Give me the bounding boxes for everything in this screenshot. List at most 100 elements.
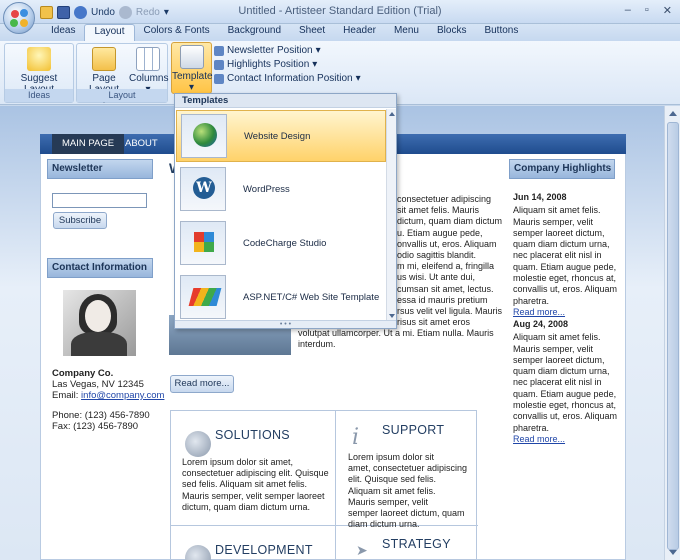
highlights-position-button[interactable]: Highlights Position ▾ [214, 59, 317, 70]
template-button[interactable]: Template ▾ [171, 42, 213, 94]
newsletter-position-button[interactable]: Newsletter Position ▾ [214, 45, 321, 56]
highlight-line: pharetra. [513, 422, 550, 433]
template-option-codecharge[interactable]: CodeCharge Studio [176, 218, 386, 270]
highlight-line: convallis ut, eros. Aliquam [513, 411, 618, 422]
group-label-layout: Layout [77, 89, 167, 102]
newsletter-title: Newsletter [47, 159, 153, 179]
tab-buttons[interactable]: Buttons [475, 24, 527, 41]
nav-main-page[interactable]: MAIN PAGE [52, 134, 125, 154]
highlight-read-more-link[interactable]: Read more... [513, 307, 617, 318]
subscribe-button[interactable]: Subscribe [53, 212, 107, 229]
highlight-line: quam diam dictum urna, [513, 366, 610, 377]
main-article-line: onvallis ut, eros. Aliquam [397, 238, 497, 249]
canvas-scrollbar[interactable] [664, 106, 680, 560]
contact-position-button[interactable]: Contact Information Position ▾ [214, 73, 361, 84]
company-email-link[interactable]: info@company.com [81, 390, 164, 401]
text-line: semper laoreet dictum, quam [348, 508, 465, 519]
highlight-line: pharetra. [513, 295, 550, 306]
undo-button[interactable]: Undo [91, 7, 115, 18]
newsletter-email-input[interactable] [52, 193, 147, 208]
qat-customize-icon[interactable]: ▾ [164, 7, 169, 18]
columns-button[interactable]: Columns▾ [129, 47, 168, 95]
highlight-entry: Jun 14, 2008 Aliquam sit amet felis. Mauri… [513, 192, 617, 318]
page-layout-icon [92, 47, 116, 71]
window-controls: – ▫ ✕ [625, 4, 672, 17]
tab-menu[interactable]: Menu [385, 24, 428, 41]
application-menu-button[interactable] [3, 2, 35, 34]
highlight-line: Aliquam sit amet felis. [513, 332, 601, 343]
highlight-line: quam. Etiam augue pede, [513, 261, 617, 272]
support-heading: SUPPORT [382, 423, 445, 437]
text-line: Aliquam sit amet felis. [348, 485, 436, 496]
columns-icon [136, 47, 160, 71]
ribbon-tabs: Ideas Layout Colors & Fonts Background S… [0, 24, 680, 41]
strategy-arrow-icon: ➤ [356, 542, 369, 558]
suggest-layout-button[interactable]: Suggest Layout [7, 47, 71, 95]
contact-avatar [63, 290, 136, 356]
newsletter-position-icon [214, 45, 224, 56]
template-label: CodeCharge Studio [243, 238, 327, 249]
scroll-down-icon[interactable] [669, 550, 677, 555]
aspnet-icon [180, 275, 226, 319]
tab-blocks[interactable]: Blocks [428, 24, 475, 41]
main-article-line: risus sit amet eros [397, 317, 471, 328]
tab-layout[interactable]: Layout [84, 24, 135, 41]
group-label-ideas: Ideas [5, 89, 73, 102]
template-option-aspnet[interactable]: ASP.NET/C# Web Site Template [176, 272, 386, 324]
highlight-line: quam diam dictum urna, [513, 239, 610, 250]
highlight-line: nec placerat elit nisl in [513, 250, 602, 261]
main-article-line: u. Etiam augue pede, [397, 227, 483, 238]
main-article-line: cumsan sit amet, lectus. [397, 283, 494, 294]
tab-sheet[interactable]: Sheet [290, 24, 334, 41]
scrollbar-thumb[interactable] [667, 122, 679, 550]
text-line: Lorem ipsum dolor sit amet, [182, 457, 294, 467]
text-line: Lorem ipsum dolor sit [348, 452, 435, 462]
scroll-up-icon[interactable] [669, 111, 677, 116]
dropdown-scroll-up-icon[interactable] [389, 112, 395, 116]
wordpress-icon: W [180, 167, 226, 211]
minimize-button[interactable]: – [625, 4, 631, 17]
lightbulb-icon [27, 47, 51, 71]
tab-header[interactable]: Header [334, 24, 385, 41]
text-line: diam dictum urna. [348, 519, 420, 530]
highlights-title: Company Highlights [509, 159, 615, 179]
save-icon[interactable] [57, 5, 70, 19]
highlight-line: nec placerat elit nisl in [513, 377, 602, 388]
undo-icon[interactable] [74, 5, 87, 19]
highlight-date: Jun 14, 2008 [513, 192, 567, 202]
title-bar: Untitled - Artisteer Standard Edition (T… [0, 0, 680, 24]
tab-background[interactable]: Background [219, 24, 290, 41]
redo-icon[interactable] [118, 5, 132, 19]
highlight-entry: Aug 24, 2008 Aliquam sit amet felis. Mauri… [513, 319, 617, 445]
template-option-website-design[interactable]: Website Design [176, 110, 386, 162]
dropdown-header: Templates [175, 94, 396, 108]
main-read-more-button[interactable]: Read more... [170, 375, 234, 393]
main-article-line: odio sagittis blandit. [397, 250, 477, 260]
maximize-button[interactable]: ▫ [645, 4, 649, 17]
text-line: dictum, quam diam dictum urna. [182, 501, 311, 512]
dropdown-scrollbar[interactable] [386, 109, 396, 321]
template-option-wordpress[interactable]: W WordPress [176, 164, 386, 216]
main-article-line: essa id mauris pretium [397, 294, 488, 305]
open-folder-icon[interactable] [40, 5, 53, 19]
text-line: consectetuer adipiscing elit. Quisque [182, 468, 329, 479]
main-article-line: dictum, quam diam dictum [397, 216, 503, 227]
contact-position-icon [214, 73, 224, 84]
close-button[interactable]: ✕ [663, 4, 672, 17]
development-heading: DEVELOPMENT [215, 543, 313, 557]
highlight-read-more-link[interactable]: Read more... [513, 434, 617, 445]
quick-access-toolbar: Undo Redo ▾ [40, 4, 169, 20]
dropdown-scroll-down-icon[interactable] [389, 314, 395, 318]
main-article-line: us wisi. Ut ante dui, [397, 272, 476, 283]
redo-button[interactable]: Redo [136, 7, 160, 18]
nav-about[interactable]: ABOUT [115, 134, 168, 154]
text-line: amet, consectetuer adipiscing [348, 463, 468, 474]
group-ideas: Suggest Layout Ideas [4, 43, 74, 103]
main-article-line: volutpat ullamcorper. Ut a mi. Etiam nul… [298, 328, 494, 338]
highlight-line: molestie eget, rhoncus at, [513, 273, 617, 284]
text-line: sed felis. Aliquam sit amet felis. [182, 479, 308, 490]
tab-ideas[interactable]: Ideas [42, 24, 84, 41]
tab-colors-fonts[interactable]: Colors & Fonts [135, 24, 219, 41]
company-phone: Phone: (123) 456-7890 [52, 410, 150, 421]
dropdown-resize-grip[interactable]: • • • [175, 320, 396, 328]
